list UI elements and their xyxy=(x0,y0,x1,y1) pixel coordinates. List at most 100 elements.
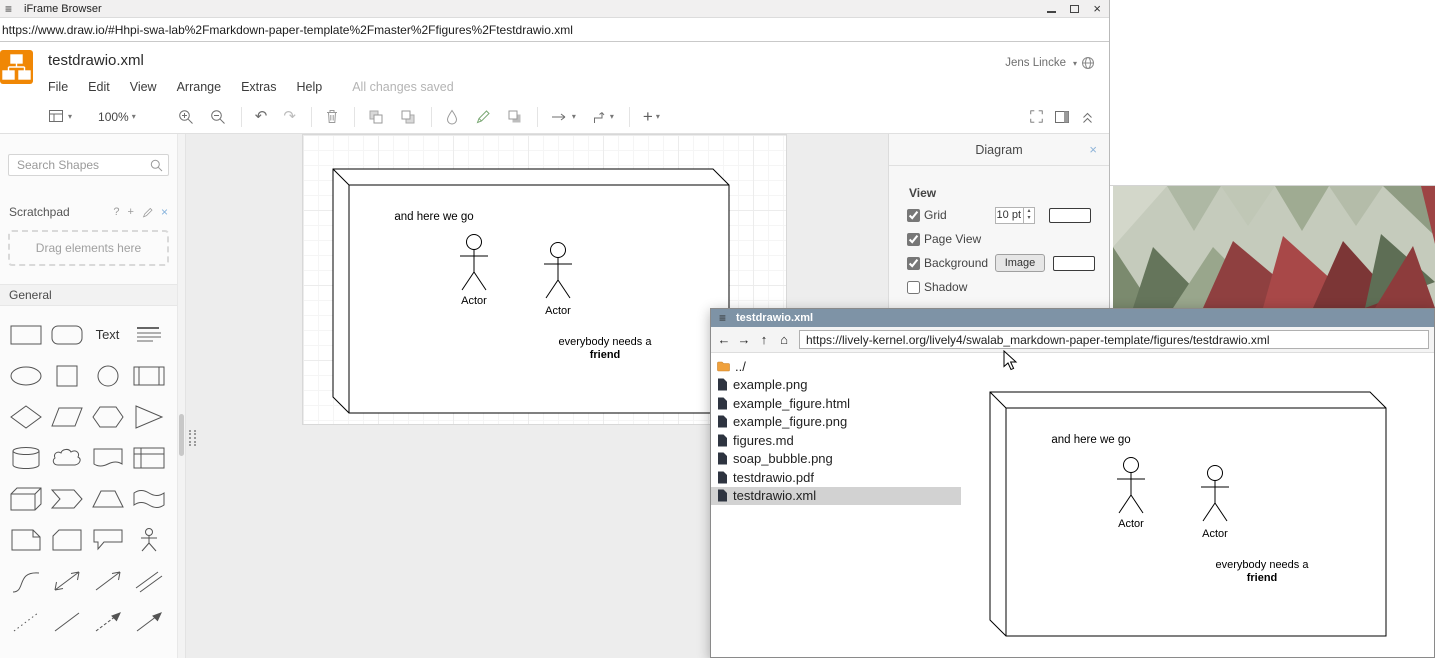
shape-curve[interactable] xyxy=(5,560,46,601)
shape-line[interactable] xyxy=(46,601,87,642)
tab-diagram[interactable]: Diagram xyxy=(975,143,1022,157)
image-button[interactable]: Image xyxy=(995,254,1045,272)
shape-cloud[interactable] xyxy=(46,437,87,478)
shape-note[interactable] xyxy=(5,519,46,560)
scrollbar-handle[interactable] xyxy=(179,414,184,456)
waypoints-button[interactable]: ▾ xyxy=(588,108,618,126)
menu-edit[interactable]: Edit xyxy=(88,80,110,94)
shadow-button[interactable] xyxy=(503,107,526,126)
shape-textbox[interactable] xyxy=(128,314,169,355)
shape-ellipse[interactable] xyxy=(5,355,46,396)
shape-dashed-arrow[interactable] xyxy=(87,601,128,642)
page-view-dropdown-button[interactable]: ▾ xyxy=(44,107,76,126)
menu-arrange[interactable]: Arrange xyxy=(177,80,221,94)
sidebar-collapse-grip[interactable] xyxy=(189,430,196,446)
file-row[interactable]: testdrawio.pdf xyxy=(711,468,961,487)
redo-button[interactable]: ↷ xyxy=(279,107,300,127)
up-button[interactable]: ↑ xyxy=(754,330,774,350)
shape-directional-arrow[interactable] xyxy=(128,601,169,642)
shape-trapezoid[interactable] xyxy=(87,478,128,519)
shape-process[interactable] xyxy=(128,355,169,396)
shape-tape[interactable] xyxy=(128,478,169,519)
line-color-button[interactable] xyxy=(471,107,495,127)
hamburger-icon[interactable]: ≡ xyxy=(5,2,12,16)
search-input[interactable] xyxy=(8,154,169,176)
zoom-level-dropdown[interactable]: 100% ▾ xyxy=(94,108,140,126)
close-icon[interactable]: × xyxy=(1093,4,1101,14)
edit-pencil-icon[interactable] xyxy=(142,207,153,218)
stepper-arrows-icon[interactable]: ▴▾ xyxy=(1023,208,1034,223)
delete-button[interactable] xyxy=(321,107,343,126)
background-color-swatch[interactable] xyxy=(1053,256,1095,271)
shape-step[interactable] xyxy=(46,478,87,519)
shape-link[interactable] xyxy=(128,560,169,601)
file-row[interactable]: example_figure.html xyxy=(711,394,961,413)
maximize-icon[interactable] xyxy=(1070,5,1079,13)
file-row-selected[interactable]: testdrawio.xml xyxy=(711,487,961,506)
page-view-checkbox[interactable] xyxy=(907,233,920,246)
shape-bidirectional-arrow[interactable] xyxy=(46,560,87,601)
file-row[interactable]: example_figure.png xyxy=(711,413,961,432)
forward-button[interactable]: → xyxy=(734,330,754,350)
sidebar-scrollbar[interactable] xyxy=(178,134,186,658)
shape-cube[interactable] xyxy=(5,478,46,519)
shape-arrow[interactable] xyxy=(87,560,128,601)
file-browser-titlebar[interactable]: ≡ testdrawio.xml xyxy=(711,309,1434,327)
shape-actor[interactable] xyxy=(128,519,169,560)
to-front-button[interactable] xyxy=(364,107,388,127)
section-general[interactable]: General xyxy=(0,284,177,306)
minimize-icon[interactable] xyxy=(1047,11,1056,13)
zoom-out-button[interactable] xyxy=(206,107,230,127)
insert-button[interactable]: + ▾ xyxy=(639,105,664,129)
shape-rounded-rectangle[interactable] xyxy=(46,314,87,355)
shape-dotted-line[interactable] xyxy=(5,601,46,642)
shape-triangle[interactable] xyxy=(128,396,169,437)
grid-color-swatch[interactable] xyxy=(1049,208,1091,223)
menu-view[interactable]: View xyxy=(130,80,157,94)
back-button[interactable]: ← xyxy=(714,330,734,350)
shadow-checkbox[interactable] xyxy=(907,281,920,294)
file-row[interactable]: figures.md xyxy=(711,431,961,450)
file-row[interactable]: soap_bubble.png xyxy=(711,450,961,469)
scratchpad-close-icon[interactable]: × xyxy=(161,205,168,219)
menu-file[interactable]: File xyxy=(48,80,68,94)
search-icon[interactable] xyxy=(150,159,163,172)
shape-internal-storage[interactable] xyxy=(128,437,169,478)
hamburger-icon[interactable]: ≡ xyxy=(719,311,726,325)
window-titlebar[interactable]: ≡ iFrame Browser × xyxy=(0,0,1109,18)
menu-help[interactable]: Help xyxy=(297,80,323,94)
file-row[interactable]: example.png xyxy=(711,376,961,395)
to-back-button[interactable] xyxy=(396,107,420,127)
grid-checkbox[interactable] xyxy=(907,209,920,222)
shape-parallelogram[interactable] xyxy=(46,396,87,437)
shape-diamond[interactable] xyxy=(5,396,46,437)
undo-button[interactable]: ↶ xyxy=(251,107,272,127)
help-icon[interactable]: ? xyxy=(113,206,119,218)
address-input[interactable] xyxy=(799,330,1429,349)
fill-color-button[interactable] xyxy=(441,107,463,127)
connection-button[interactable]: ▾ xyxy=(547,109,580,125)
add-icon[interactable]: + xyxy=(128,206,134,218)
shape-text[interactable]: Text xyxy=(87,314,128,355)
shape-cylinder[interactable] xyxy=(5,437,46,478)
url-bar[interactable]: https://www.draw.io/#Hhpi-swa-lab%2Fmark… xyxy=(0,18,1109,42)
fullscreen-icon[interactable] xyxy=(1029,109,1044,124)
menu-extras[interactable]: Extras xyxy=(241,80,276,94)
home-button[interactable]: ⌂ xyxy=(774,330,794,350)
shape-card[interactable] xyxy=(46,519,87,560)
diagram-drawing[interactable]: and here we go Actor xyxy=(332,168,730,414)
zoom-in-button[interactable] xyxy=(174,107,198,127)
format-panel-toggle-icon[interactable] xyxy=(1054,110,1070,124)
collapse-icon[interactable] xyxy=(1080,110,1095,124)
user-menu[interactable]: Jens Lincke ▾ xyxy=(1005,56,1095,70)
shape-callout[interactable] xyxy=(87,519,128,560)
file-row-parent[interactable]: ../ xyxy=(711,357,961,376)
shape-square[interactable] xyxy=(46,355,87,396)
grid-size-input[interactable]: 10 pt ▴▾ xyxy=(995,207,1035,224)
panel-close-icon[interactable]: × xyxy=(1089,142,1097,157)
shape-document[interactable] xyxy=(87,437,128,478)
shape-rectangle[interactable] xyxy=(5,314,46,355)
shape-hexagon[interactable] xyxy=(87,396,128,437)
scratchpad-droparea[interactable]: Drag elements here xyxy=(8,230,169,266)
shape-circle[interactable] xyxy=(87,355,128,396)
